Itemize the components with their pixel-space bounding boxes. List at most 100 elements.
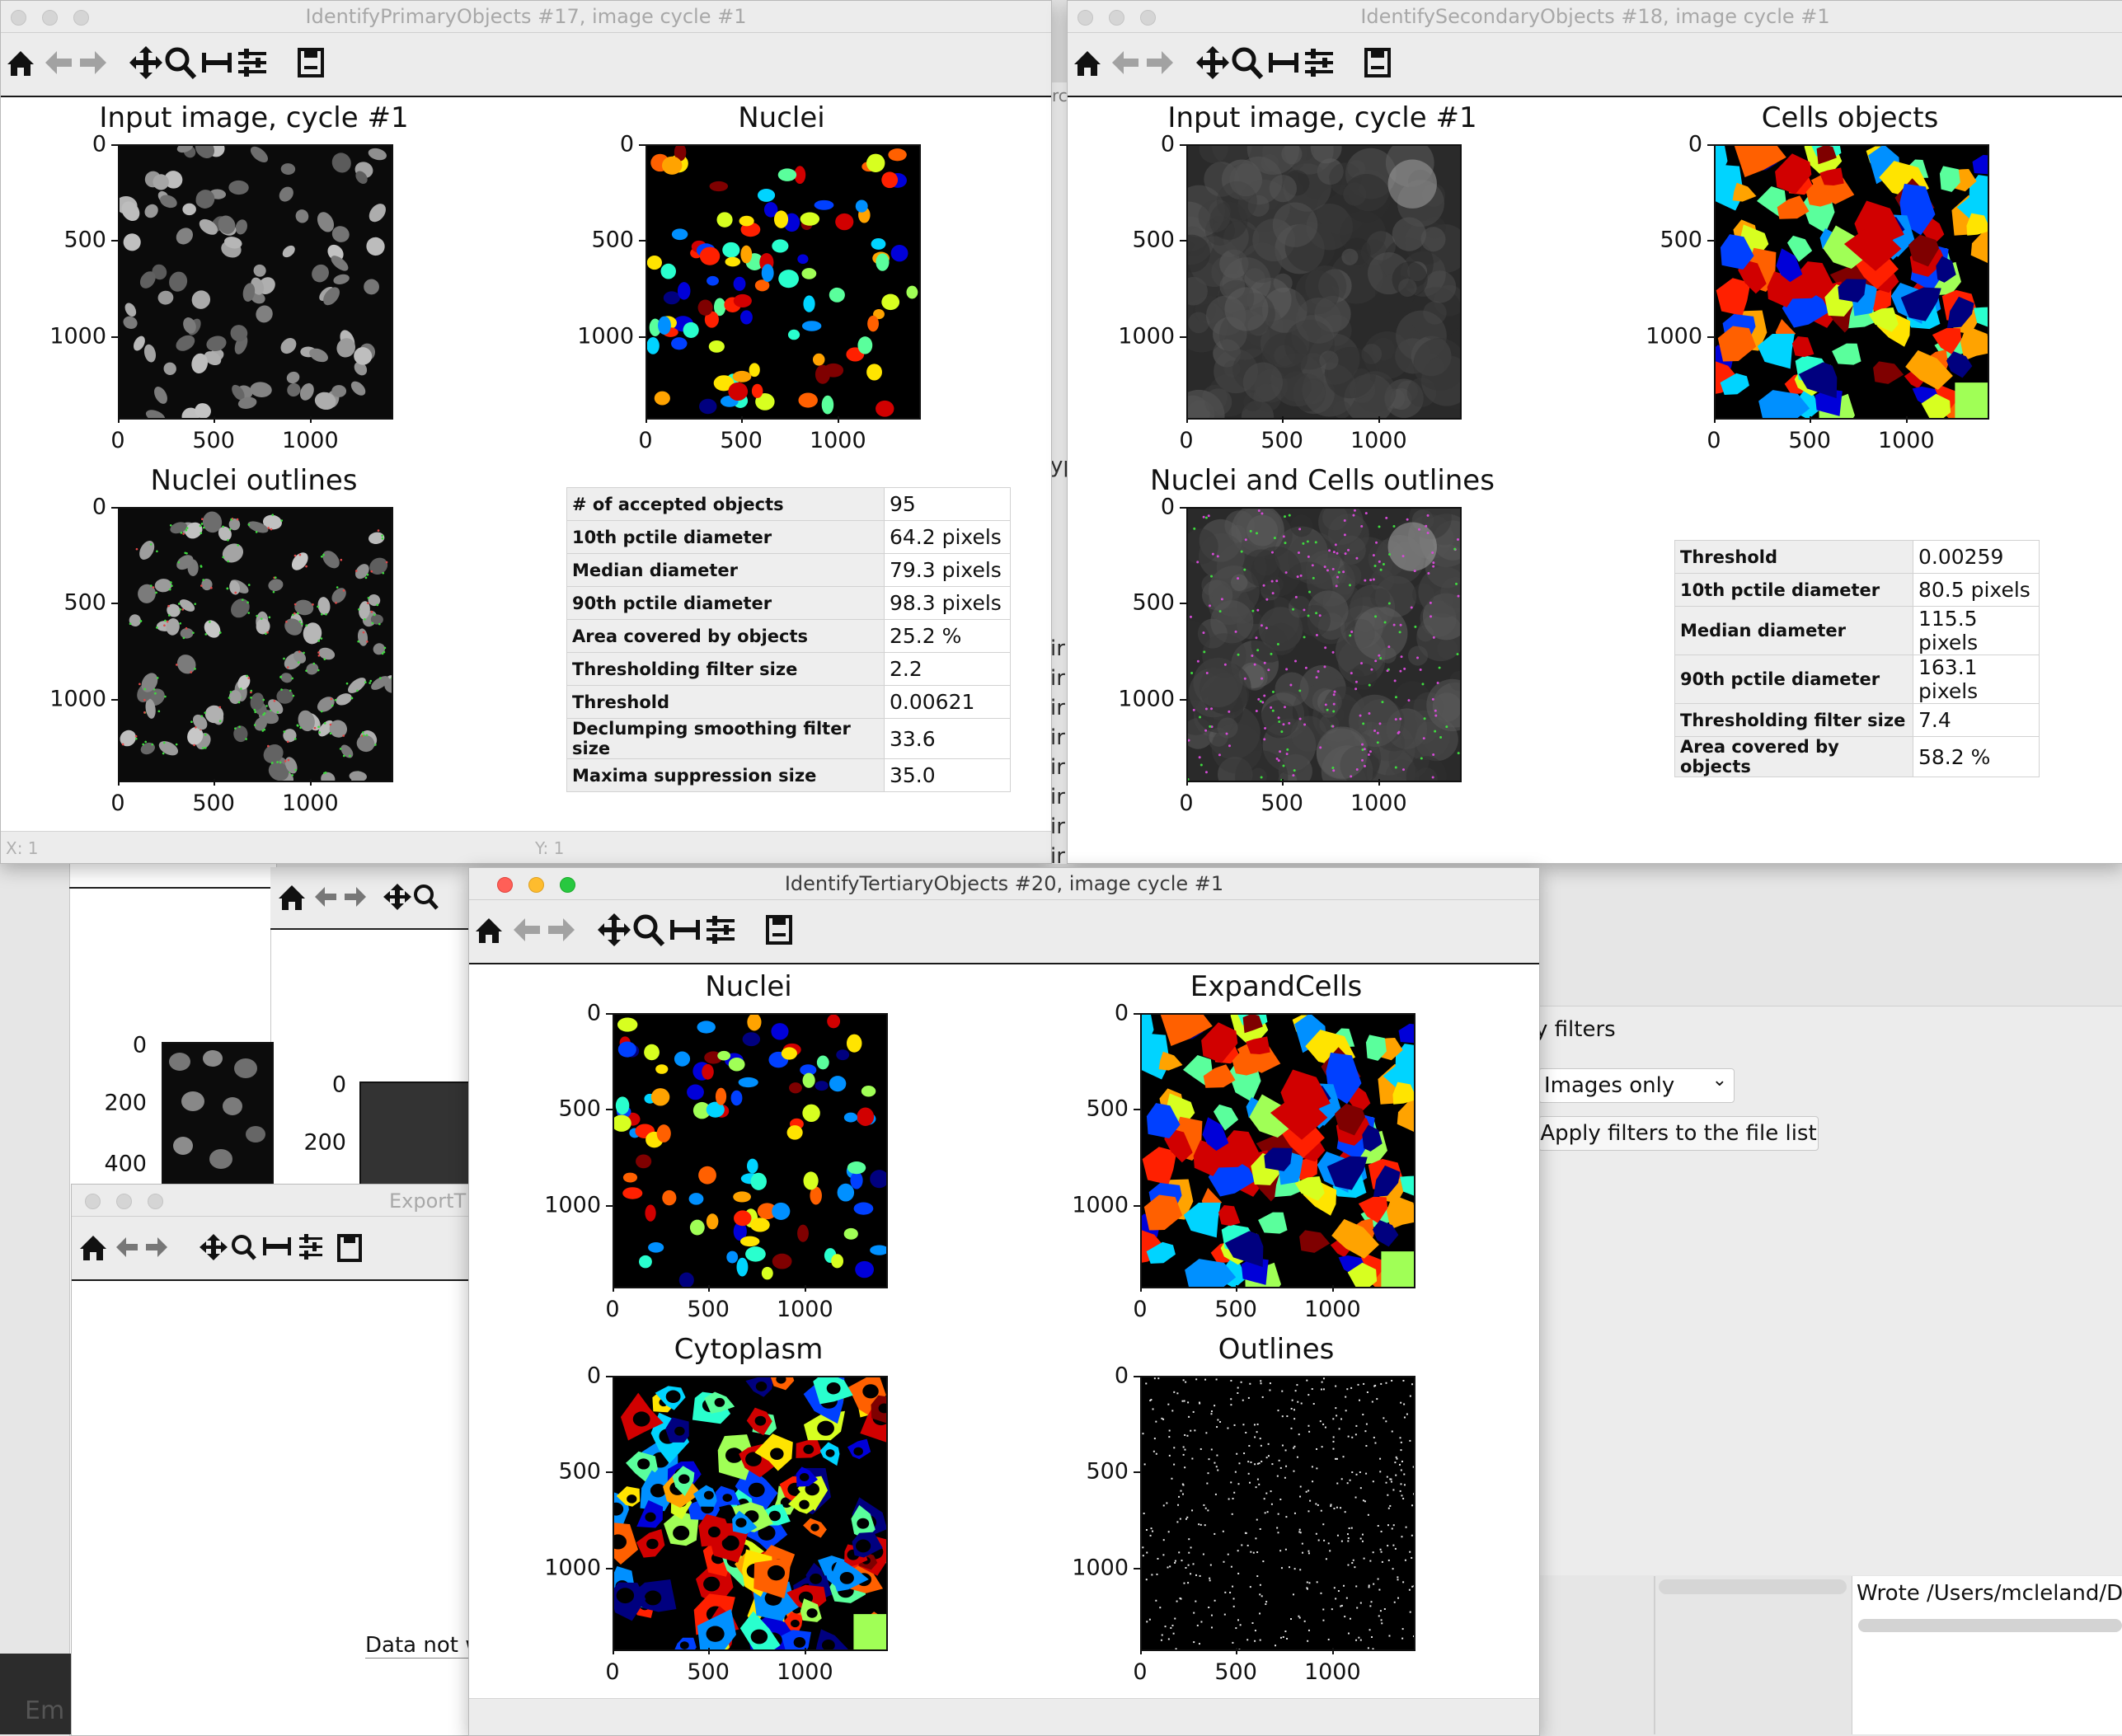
outline-dot bbox=[312, 663, 315, 665]
filter-mode-select[interactable]: Images only ⌄ bbox=[1538, 1068, 1735, 1103]
log-scroll-left[interactable] bbox=[1659, 1579, 1847, 1594]
y-tick-mark bbox=[606, 1109, 613, 1110]
configure-icon[interactable] bbox=[235, 45, 271, 81]
back-arrow-icon[interactable] bbox=[40, 45, 77, 81]
outline-dot bbox=[1455, 583, 1458, 585]
outline-pixel bbox=[1178, 1551, 1180, 1553]
outline-pixel bbox=[1241, 1382, 1242, 1383]
nucleus-label bbox=[855, 1261, 874, 1278]
nucleus-label bbox=[906, 286, 918, 299]
cytoplasm-hole bbox=[666, 1391, 681, 1404]
outline-dot bbox=[1423, 737, 1425, 739]
nucleus-label bbox=[847, 1035, 861, 1053]
outline-dot bbox=[1331, 725, 1334, 728]
gap-text: ir bbox=[1050, 755, 1065, 780]
outline-pixel bbox=[1209, 1578, 1210, 1579]
outline-dot bbox=[1278, 716, 1280, 719]
stat-value: 0.00621 bbox=[885, 686, 1011, 719]
outline-dot bbox=[178, 603, 181, 605]
outline-dot bbox=[167, 621, 169, 623]
outline-dot bbox=[1285, 668, 1288, 670]
minimize-button[interactable] bbox=[116, 1194, 132, 1209]
outline-pixel bbox=[1166, 1502, 1167, 1504]
titlebar[interactable]: IdentifyTertiaryObjects #20, image cycle… bbox=[469, 868, 1539, 900]
image-panel-grey-nuclei[interactable] bbox=[118, 144, 393, 420]
outline-pixel bbox=[1293, 1447, 1294, 1449]
occluded-tick-y: 0 bbox=[332, 1072, 346, 1098]
subplots-icon[interactable] bbox=[667, 912, 703, 948]
outline-pixel bbox=[1293, 1446, 1295, 1447]
stat-value: 115.5 pixels bbox=[1913, 607, 2040, 655]
outline-dot bbox=[321, 556, 323, 558]
zoom-icon[interactable] bbox=[162, 45, 199, 81]
outline-pixel bbox=[1191, 1458, 1193, 1460]
configure-icon[interactable] bbox=[1302, 45, 1338, 81]
outline-pixel bbox=[1165, 1626, 1167, 1627]
nucleus-label bbox=[881, 171, 898, 188]
outline-dot bbox=[1402, 768, 1405, 771]
outline-pixel bbox=[1230, 1404, 1232, 1405]
back-arrow-icon[interactable] bbox=[1107, 45, 1143, 81]
save-icon[interactable] bbox=[293, 45, 329, 81]
subplots-icon[interactable] bbox=[1265, 45, 1302, 81]
save-icon[interactable] bbox=[1359, 45, 1396, 81]
image-panel-outline-nuclei[interactable] bbox=[118, 507, 393, 782]
outline-dot bbox=[1267, 669, 1270, 671]
titlebar[interactable]: IdentifyPrimaryObjects #17, image cycle … bbox=[1, 1, 1051, 33]
image-panel-labels-cells[interactable] bbox=[1140, 1013, 1415, 1288]
grey-nuclei-image bbox=[120, 146, 392, 418]
outline-dot bbox=[135, 738, 138, 740]
outline-dot bbox=[367, 602, 369, 604]
outline-pixel bbox=[1386, 1482, 1387, 1484]
save-icon[interactable] bbox=[761, 912, 797, 948]
forward-arrow-icon[interactable] bbox=[543, 912, 580, 948]
outline-dot bbox=[1326, 709, 1329, 711]
nucleus-label bbox=[866, 154, 885, 172]
image-panel-cytoplasm[interactable] bbox=[613, 1376, 888, 1651]
forward-arrow-icon[interactable] bbox=[1142, 45, 1178, 81]
outline-pixel bbox=[1347, 1541, 1349, 1542]
apply-filters-button[interactable]: Apply filters to the file list bbox=[1538, 1116, 1819, 1151]
nucleus-label bbox=[623, 1173, 637, 1183]
zoom-icon[interactable] bbox=[631, 912, 667, 948]
cell-texture bbox=[1333, 401, 1351, 418]
image-panel-labels-nuclei[interactable] bbox=[646, 144, 921, 420]
image-panel-outlines-white[interactable] bbox=[1140, 1376, 1415, 1651]
home-icon[interactable] bbox=[471, 912, 507, 948]
image-panel-labels-nuclei[interactable] bbox=[613, 1013, 888, 1288]
forward-arrow-icon[interactable] bbox=[75, 45, 111, 81]
x-tick-mark bbox=[214, 416, 215, 423]
close-button[interactable] bbox=[85, 1194, 101, 1209]
home-icon[interactable] bbox=[1069, 45, 1106, 81]
titlebar[interactable]: IdentifySecondaryObjects #18, image cycl… bbox=[1068, 1, 2122, 33]
image-panel-outline-cells[interactable] bbox=[1186, 507, 1462, 782]
nucleus-label bbox=[800, 213, 819, 226]
outline-pixel bbox=[1146, 1621, 1148, 1622]
pan-icon[interactable] bbox=[1195, 45, 1231, 81]
outline-dot bbox=[1368, 753, 1370, 756]
log-scrollbar[interactable] bbox=[1858, 1619, 2122, 1632]
outline-dot bbox=[1439, 667, 1441, 669]
panel-title: Cytoplasm bbox=[674, 1333, 824, 1366]
image-panel-grey-cells[interactable] bbox=[1186, 144, 1462, 420]
outline-dot bbox=[323, 772, 326, 775]
back-arrow-icon[interactable] bbox=[509, 912, 545, 948]
outline-dot bbox=[135, 735, 138, 738]
zoom-button[interactable] bbox=[148, 1194, 163, 1209]
zoom-icon[interactable] bbox=[1229, 45, 1265, 81]
stat-value: 7.4 bbox=[1913, 704, 2040, 737]
nucleus-label bbox=[697, 1020, 715, 1033]
pan-icon[interactable] bbox=[596, 912, 632, 948]
outline-dot bbox=[289, 689, 292, 692]
subplots-icon[interactable] bbox=[199, 45, 235, 81]
image-panel-labels-cells[interactable] bbox=[1714, 144, 1989, 420]
outline-pixel bbox=[1312, 1388, 1313, 1390]
configure-icon[interactable] bbox=[703, 912, 739, 948]
cytoplasm-hole bbox=[800, 1473, 810, 1481]
outline-pixel bbox=[1184, 1449, 1185, 1451]
y-tick-mark bbox=[1134, 1471, 1140, 1473]
home-icon[interactable] bbox=[2, 45, 39, 81]
outline-dot bbox=[1332, 568, 1335, 570]
pan-icon[interactable] bbox=[128, 45, 164, 81]
nucleus-label bbox=[616, 1096, 630, 1114]
